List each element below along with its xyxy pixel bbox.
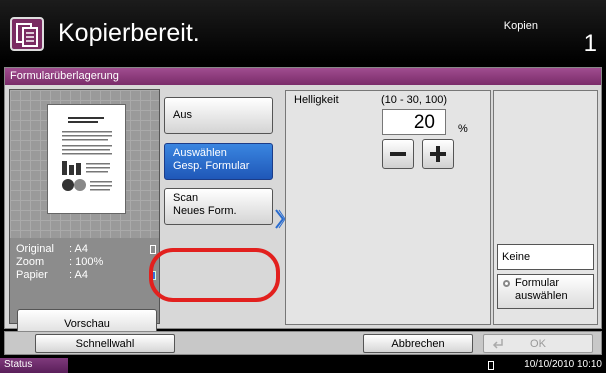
info-label: Zoom (16, 256, 45, 268)
plus-icon (430, 146, 446, 162)
info-value: : A4 (69, 269, 88, 281)
chevron-right-icon (275, 209, 285, 229)
increase-button[interactable] (422, 139, 454, 169)
paper-size-icon (150, 245, 156, 254)
select-form-button[interactable]: Formular auswählen (497, 274, 594, 309)
none-button[interactable]: Keine (497, 244, 594, 270)
brightness-label: Helligkeit (294, 94, 339, 106)
quick-setup-button[interactable]: Schnellwahl (35, 334, 175, 353)
info-paper: Papier : A4 (16, 269, 156, 282)
minus-icon (390, 152, 406, 156)
info-value: : A4 (69, 243, 88, 255)
info-label: Papier (16, 269, 48, 281)
brightness-unit: % (458, 123, 468, 135)
status-button[interactable]: Status (0, 358, 68, 373)
select-stored-form-button[interactable]: Auswählen Gesp. Formular (164, 143, 273, 180)
mode-label: Kopien (503, 20, 538, 32)
action-bar: Schnellwahl Abbrechen OK (4, 331, 602, 355)
form-overlay-panel: Formularüberlagerung Original: A4 Zoom … (4, 67, 602, 339)
header: Kopierbereit. Kopien 1 (0, 0, 606, 62)
info-original: Original : A4 (16, 243, 156, 256)
preview-pane: Original : A4 Zoom : 100% Papier : A4 Vo… (9, 89, 160, 339)
brightness-pane: Helligkeit (10 - 30, 100) 20 % (285, 90, 491, 325)
paper-status-icon (488, 361, 494, 370)
preview-grid (10, 90, 159, 238)
brightness-value-field[interactable]: 20 (382, 109, 446, 135)
enter-icon (492, 339, 503, 349)
select-stored-line2: Gesp. Formular (173, 160, 250, 172)
scan-new-form-button[interactable]: Scan Neues Form. (164, 188, 273, 225)
copy-document-icon (10, 17, 44, 51)
copy-count: 1 (583, 30, 597, 57)
cancel-button[interactable]: Abbrechen (363, 334, 473, 353)
off-button[interactable]: Aus (164, 97, 273, 134)
scan-new-line1: Scan (173, 192, 199, 204)
select-form-line1: Formular (515, 277, 560, 289)
info-zoom: Zoom : 100% (16, 256, 156, 269)
document-thumbnail (47, 104, 126, 214)
datetime: 10/10/2010 10:10 (524, 359, 602, 370)
info-value: : 100% (69, 256, 104, 268)
form-select-pane: Keine Formular auswählen (493, 90, 598, 325)
radio-icon (503, 280, 510, 287)
highlight-ring (149, 248, 280, 302)
scan-new-line2: Neues Form. (173, 205, 237, 217)
ok-button[interactable]: OK (483, 334, 593, 353)
brightness-range: (10 - 30, 100) (381, 94, 448, 106)
panel-title: Formularüberlagerung (5, 68, 601, 85)
decrease-button[interactable] (382, 139, 414, 169)
off-label: Aus (173, 109, 192, 121)
page-title: Kopierbereit. (58, 19, 200, 47)
select-form-line2: auswählen (515, 290, 568, 302)
status-bar: Status 10/10/2010 10:10 (0, 358, 606, 373)
info-label: Original (16, 243, 54, 255)
select-stored-line1: Auswählen (173, 147, 227, 159)
ok-label: OK (530, 337, 546, 350)
